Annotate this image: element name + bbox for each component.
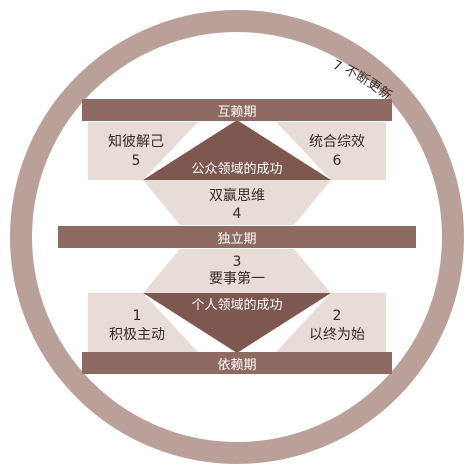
habit-2-name: 以终为始 (309, 327, 365, 343)
band-bottom-label: 依赖期 (217, 358, 256, 373)
band-middle-label: 独立期 (217, 232, 256, 247)
public-victory-label: 公众领域的成功 (191, 161, 282, 177)
habit-5-number: 5 (132, 153, 141, 169)
private-victory-label: 个人领域的成功 (191, 297, 282, 313)
habit-4-number: 4 (233, 206, 242, 222)
habit-6-name: 统合综效 (309, 134, 365, 150)
habit-3-number: 3 (233, 254, 242, 270)
band-top-label: 互赖期 (217, 105, 256, 120)
habits-diagram: 7 不断更新 互赖期 独立期 依赖期 知彼解己 5 统合综效 6 公众领域的成功… (0, 0, 474, 474)
habit-1-name: 积极主动 (109, 327, 165, 343)
habit-1-number: 1 (133, 308, 142, 324)
habit-4-name: 双赢思维 (209, 187, 265, 204)
habit-6-number: 6 (333, 153, 342, 169)
habit-2-number: 2 (333, 308, 342, 324)
diagram-canvas: 7 不断更新 互赖期 独立期 依赖期 知彼解己 5 统合综效 6 公众领域的成功… (10, 10, 464, 464)
habit-5-name: 知彼解己 (108, 133, 164, 150)
habit-3-name: 要事第一 (209, 270, 265, 287)
